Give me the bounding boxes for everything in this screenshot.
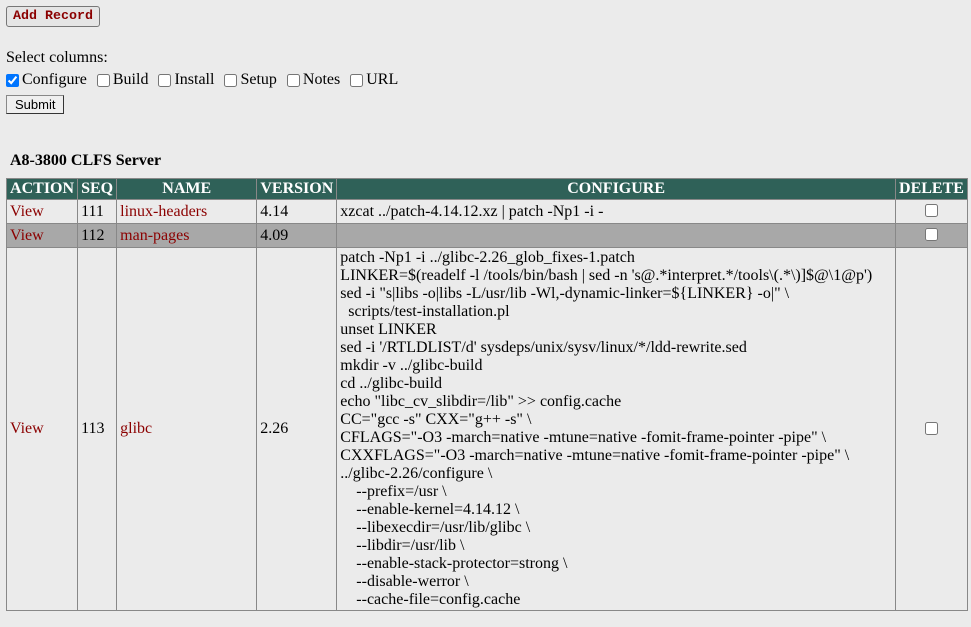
col-url-checkbox[interactable] bbox=[350, 74, 363, 87]
seq-cell: 111 bbox=[78, 200, 117, 224]
table-row: View 111 linux-headers 4.14 xzcat ../pat… bbox=[7, 200, 968, 224]
delete-checkbox[interactable] bbox=[925, 228, 938, 241]
seq-cell: 112 bbox=[78, 224, 117, 248]
name-link[interactable]: man-pages bbox=[120, 227, 189, 244]
packages-table: ACTION SEQ NAME VERSION CONFIGURE DELETE… bbox=[6, 178, 968, 611]
col-install-checkbox[interactable] bbox=[158, 74, 171, 87]
name-link[interactable]: linux-headers bbox=[120, 203, 207, 220]
col-notes-checkbox[interactable] bbox=[287, 74, 300, 87]
col-install[interactable]: Install bbox=[158, 71, 218, 88]
view-link[interactable]: View bbox=[10, 227, 44, 244]
add-record-button[interactable]: Add Record bbox=[6, 6, 100, 27]
th-version: VERSION bbox=[257, 179, 337, 200]
version-cell: 4.09 bbox=[257, 224, 337, 248]
view-link[interactable]: View bbox=[10, 420, 44, 437]
col-configure-checkbox[interactable] bbox=[6, 74, 19, 87]
seq-cell: 113 bbox=[78, 248, 117, 611]
th-configure: CONFIGURE bbox=[337, 179, 896, 200]
col-url[interactable]: URL bbox=[350, 71, 398, 88]
col-build[interactable]: Build bbox=[97, 71, 153, 88]
table-row: View 112 man-pages 4.09 bbox=[7, 224, 968, 248]
configure-cell: patch -Np1 -i ../glibc-2.26_glob_fixes-1… bbox=[337, 248, 896, 611]
table-row: View 113 glibc 2.26 patch -Np1 -i ../gli… bbox=[7, 248, 968, 611]
th-action: ACTION bbox=[7, 179, 78, 200]
version-cell: 4.14 bbox=[257, 200, 337, 224]
view-link[interactable]: View bbox=[10, 203, 44, 220]
th-delete: DELETE bbox=[895, 179, 967, 200]
delete-checkbox[interactable] bbox=[925, 422, 938, 435]
configure-cell: xzcat ../patch-4.14.12.xz | patch -Np1 -… bbox=[337, 200, 896, 224]
col-setup-checkbox[interactable] bbox=[224, 74, 237, 87]
delete-checkbox[interactable] bbox=[925, 204, 938, 217]
th-seq: SEQ bbox=[78, 179, 117, 200]
page-title: A8-3800 CLFS Server bbox=[10, 152, 965, 170]
column-checkboxes: Configure Build Install Setup Notes URL bbox=[6, 71, 965, 89]
col-notes[interactable]: Notes bbox=[287, 71, 344, 88]
select-columns-label: Select columns: bbox=[6, 49, 965, 67]
col-configure[interactable]: Configure bbox=[6, 71, 91, 88]
submit-button[interactable]: Submit bbox=[6, 95, 64, 114]
col-build-checkbox[interactable] bbox=[97, 74, 110, 87]
col-setup[interactable]: Setup bbox=[224, 71, 280, 88]
name-link[interactable]: glibc bbox=[120, 420, 152, 437]
configure-cell bbox=[337, 224, 896, 248]
th-name: NAME bbox=[117, 179, 257, 200]
version-cell: 2.26 bbox=[257, 248, 337, 611]
